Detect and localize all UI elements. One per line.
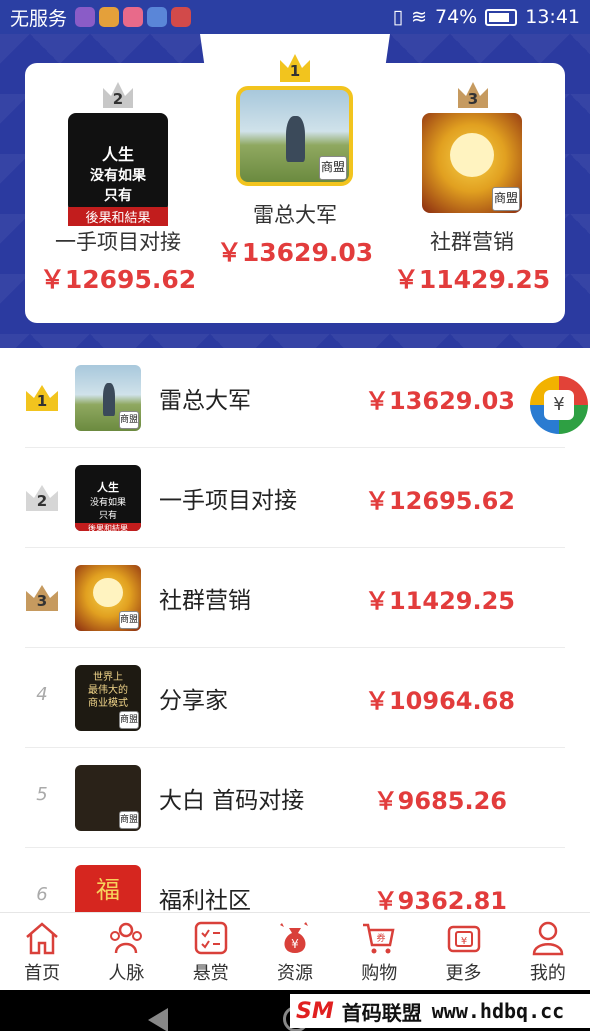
podium-amount: ￥11429.25 [393, 265, 551, 294]
list-item-amount: ￥9362.81 [373, 887, 507, 912]
watermark: SM 首码联盟 www.hdbq.cc [290, 994, 590, 1028]
badge: 商盟 [492, 187, 520, 211]
app-notification-icon [99, 7, 120, 27]
podium-amount: ￥13629.03 [216, 238, 374, 267]
tab-more[interactable]: ¥ 更多 [421, 913, 505, 990]
badge: 商盟 [319, 156, 347, 180]
tab-bounty[interactable]: 悬赏 [169, 913, 253, 990]
watermark-logo: SM [296, 998, 334, 1024]
badge: 商盟 [119, 611, 139, 629]
avatar: 福 [75, 865, 141, 912]
list-item-name: 大白 首码对接 [159, 788, 305, 814]
music-app-icon [147, 7, 168, 27]
svg-text:¥: ¥ [291, 937, 299, 951]
list-item-name: 一手项目对接 [159, 488, 297, 514]
avatar: 商盟 [422, 113, 522, 213]
wallet-icon: ¥ [447, 925, 480, 953]
watermark-url: www.hdbq.cc [431, 999, 565, 1023]
svg-text:券: 券 [377, 932, 386, 944]
vibrate-icon: ▯ [392, 6, 404, 28]
list-item[interactable]: 2 人生 没有如果 只有 後果和結果 一手项目对接 ￥12695.62 [25, 448, 565, 548]
status-bar: 无服务 ▯ ≋ 74% 13:41 [0, 0, 590, 34]
avatar: 人生 没有如果 只有 後果和結果 [75, 465, 141, 531]
list-item[interactable]: 6 福 福利社区 ￥9362.81 [25, 848, 565, 912]
list-item-amount: ￥11429.25 [364, 587, 515, 615]
list-item[interactable]: 3 商盟 社群营销 ￥11429.25 [25, 548, 565, 648]
rank-number: 5 [36, 784, 48, 805]
app-notification-icon [75, 7, 96, 27]
hms-app-icon [171, 7, 192, 27]
floating-currency-icon[interactable] [530, 376, 588, 434]
list-item[interactable]: 1 商盟 雷总大军 ￥13629.03 [25, 348, 565, 448]
home-icon [26, 922, 58, 955]
tab-contacts[interactable]: 人脉 [84, 913, 168, 990]
tab-shopping[interactable]: 券 购物 [337, 913, 421, 990]
badge: 商盟 [119, 411, 139, 429]
podium-name: 社群营销 [430, 230, 514, 254]
list-item-amount: ￥9685.26 [373, 787, 507, 815]
tab-mine[interactable]: 我的 [506, 913, 590, 990]
bronze-crown-icon: 3 [25, 584, 59, 612]
rank-number: 6 [36, 884, 48, 905]
list-item[interactable]: 4 世界上 最伟大的 商业模式 商盟 分享家 ￥10964.68 [25, 648, 565, 748]
rank-number: 4 [36, 684, 48, 705]
list-item-name: 福利社区 [159, 888, 251, 912]
battery-percent: 74% [435, 6, 478, 28]
app-notification-icon [123, 7, 144, 27]
user-icon [532, 921, 564, 956]
avatar: 人生 没有如果 只有 後果和結果 [68, 113, 168, 226]
cart-icon: 券 [363, 923, 395, 954]
contacts-icon [110, 922, 143, 954]
avatar: 商盟 [75, 765, 141, 831]
watermark-text: 首码联盟 [341, 1000, 422, 1025]
back-icon[interactable] [148, 1008, 168, 1031]
task-list-icon [194, 921, 227, 955]
list-item-name: 社群营销 [159, 588, 251, 614]
gold-crown-icon: 1 [278, 52, 312, 82]
clock: 13:41 [525, 6, 580, 28]
list-item-amount: ￥13629.03 [364, 387, 515, 415]
tab-resources[interactable]: ¥ 资源 [253, 913, 337, 990]
tab-bar: 首页 人脉 悬赏 ¥ 资源 券 购物 ¥ 更多 我的 [0, 912, 590, 990]
badge: 商盟 [119, 711, 139, 729]
wifi-icon: ≋ [411, 6, 427, 28]
list-item-amount: ￥10964.68 [364, 687, 515, 715]
podium-name: 雷总大军 [253, 203, 337, 227]
avatar: 商盟 [236, 86, 353, 186]
podium-name: 一手项目对接 [55, 230, 181, 254]
avatar: 商盟 [75, 565, 141, 631]
list-item-name: 分享家 [159, 688, 228, 714]
avatar: 商盟 [75, 365, 141, 431]
gold-crown-icon: 1 [25, 384, 59, 412]
avatar: 世界上 最伟大的 商业模式 商盟 [75, 665, 141, 731]
svg-text:¥: ¥ [460, 936, 466, 947]
silver-crown-icon: 2 [101, 80, 135, 110]
podium-amount: ￥12695.62 [39, 265, 197, 294]
list-item-amount: ￥12695.62 [364, 487, 515, 515]
battery-icon [485, 8, 518, 26]
bronze-crown-icon: 3 [456, 80, 490, 110]
badge: 商盟 [119, 811, 139, 829]
tab-home[interactable]: 首页 [0, 913, 84, 990]
carrier-label: 无服务 [10, 7, 68, 30]
money-bag-icon: ¥ [279, 922, 308, 953]
list-item-name: 雷总大军 [159, 388, 251, 414]
silver-crown-icon: 2 [25, 484, 59, 512]
list-item[interactable]: 5 商盟 大白 首码对接 ￥9685.26 [25, 748, 565, 848]
